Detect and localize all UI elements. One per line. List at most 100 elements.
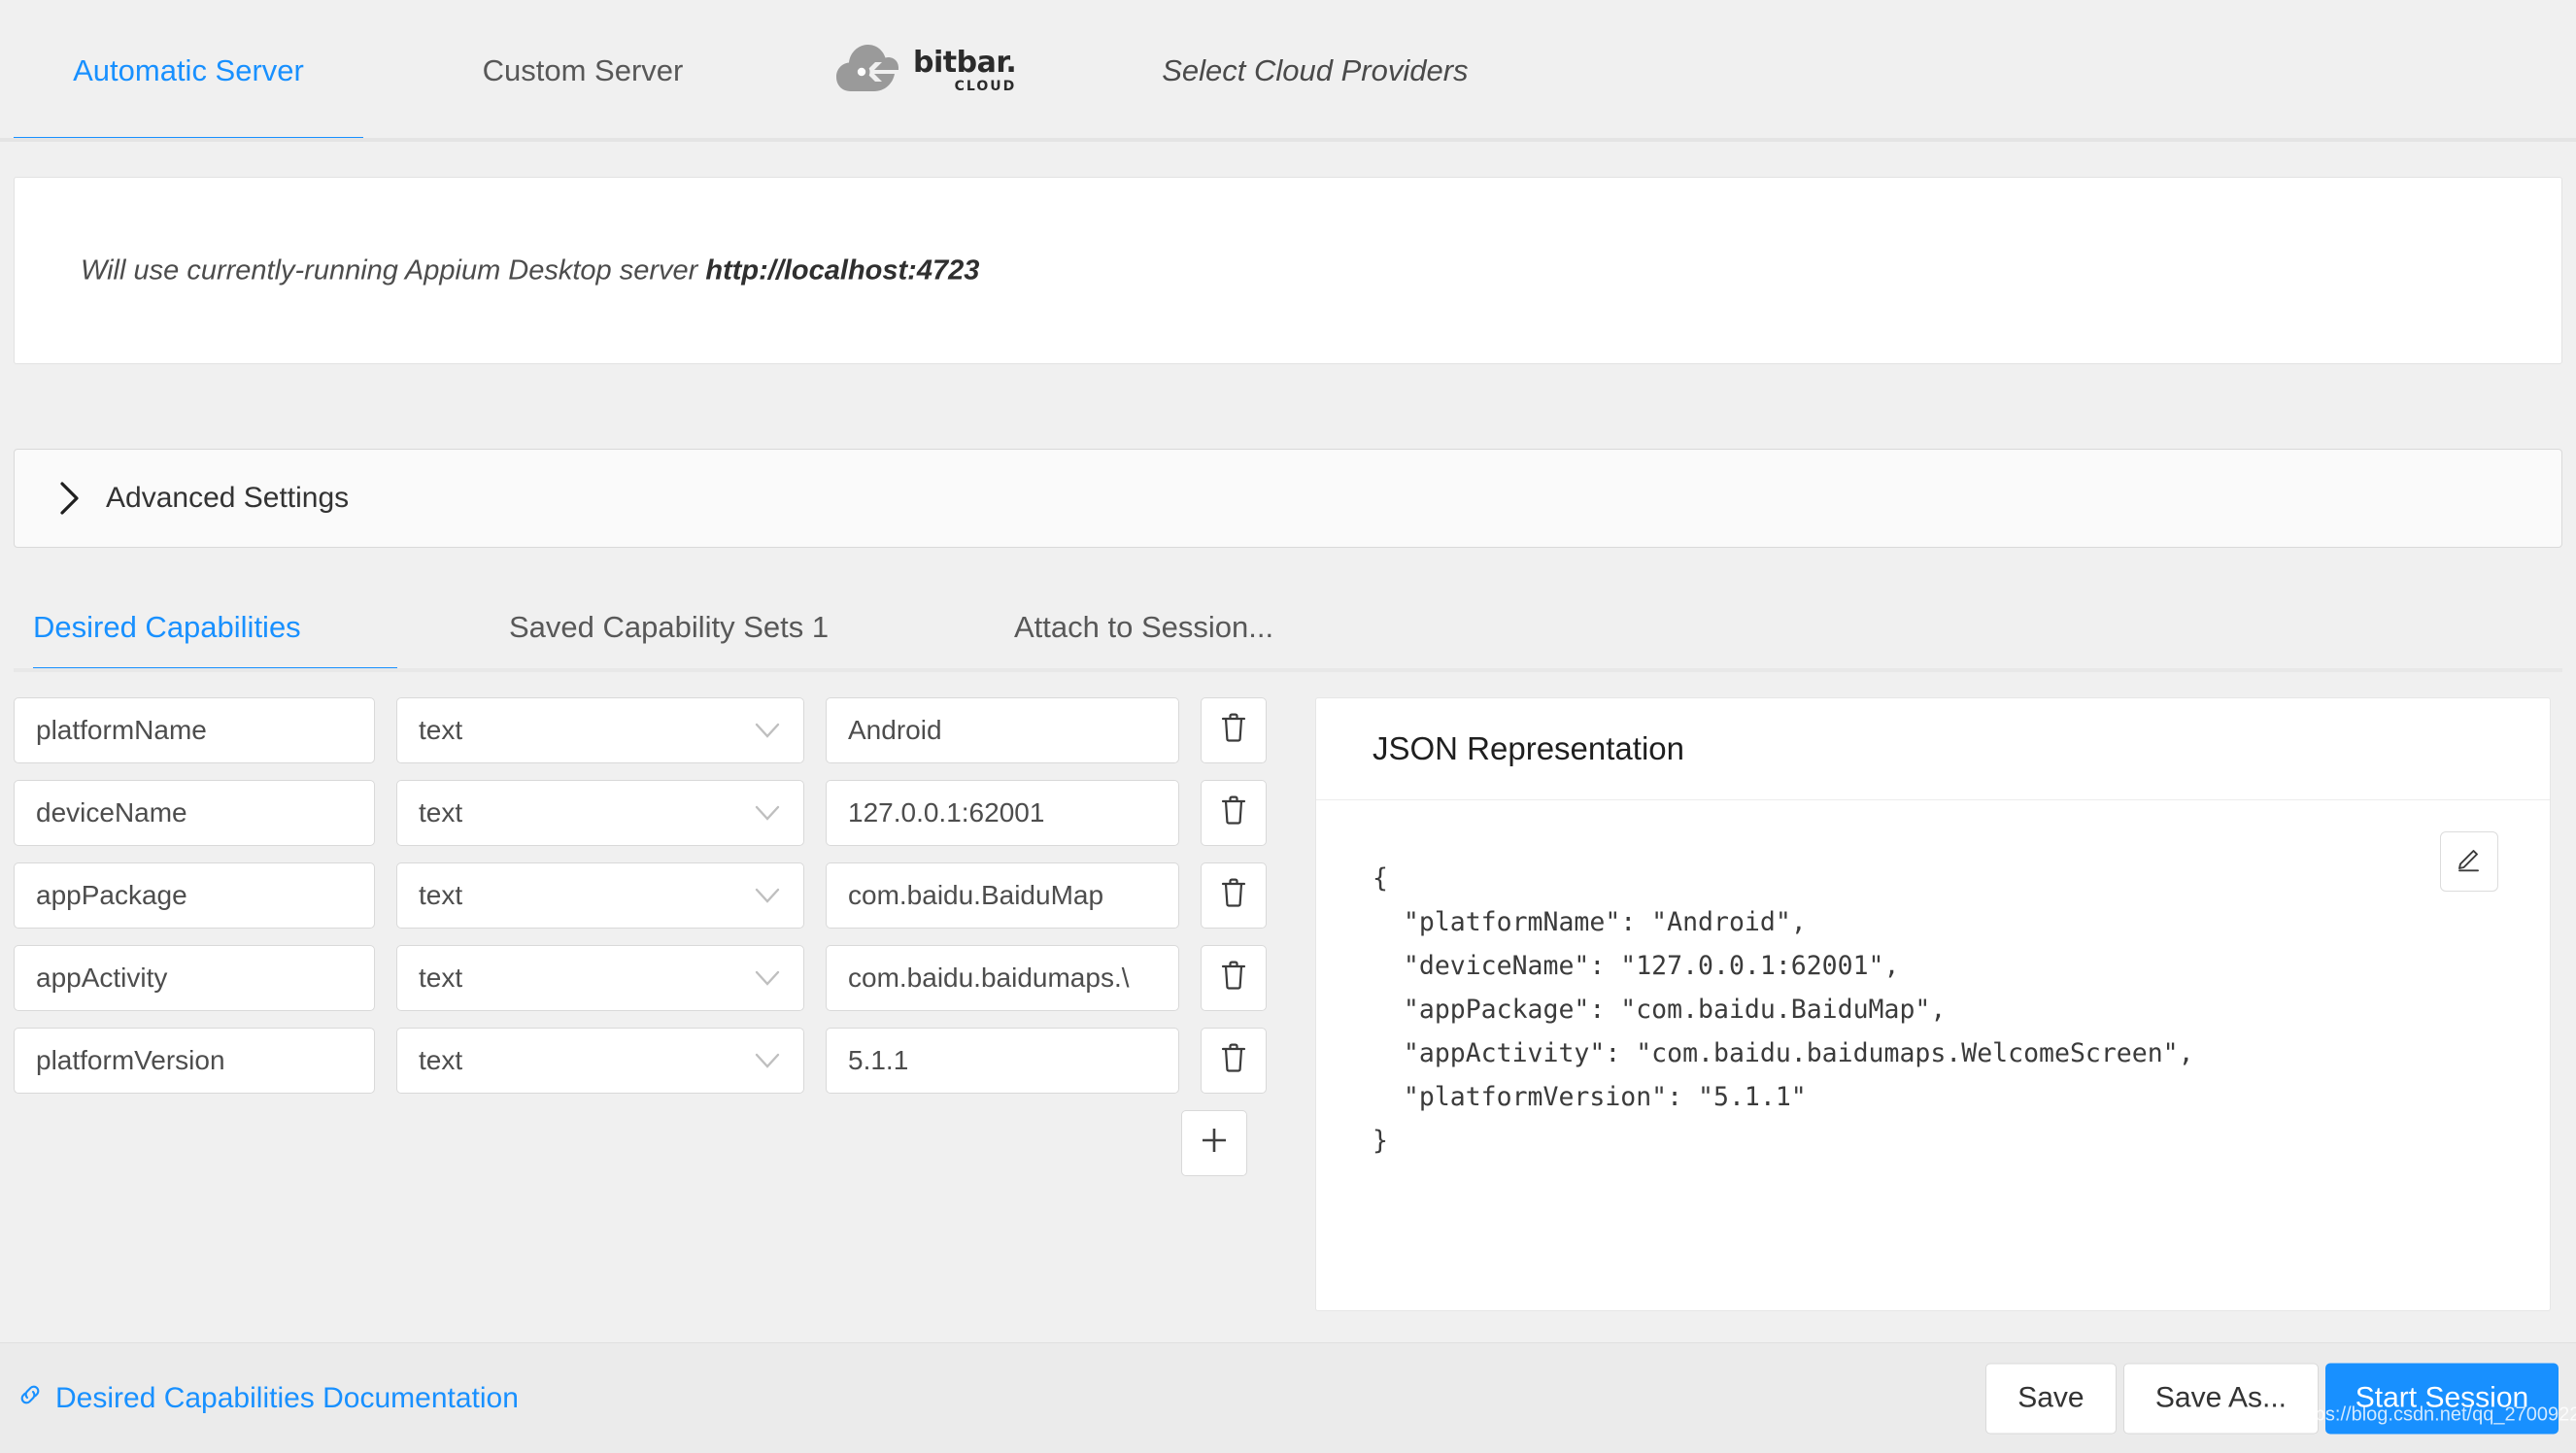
capability-type-value: text bbox=[419, 797, 463, 828]
capability-value-input[interactable]: 127.0.0.1:62001 bbox=[826, 780, 1179, 846]
tab-desired-capabilities[interactable]: Desired Capabilities bbox=[33, 583, 397, 672]
capability-name-input[interactable]: platformVersion bbox=[14, 1028, 375, 1094]
delete-capability-button[interactable] bbox=[1201, 862, 1267, 929]
capability-name-input[interactable]: platformName bbox=[14, 697, 375, 763]
capability-value-text: Android bbox=[848, 715, 942, 745]
cloud-providers-inner: bitbar. CLOUD Select Cloud Providers bbox=[835, 41, 1632, 101]
tab-automatic-server[interactable]: Automatic Server bbox=[14, 0, 363, 142]
capability-row: platformName text Android bbox=[14, 697, 1296, 763]
trash-icon bbox=[1221, 795, 1246, 831]
server-tab-bar: Automatic Server Custom Server bitbar. C… bbox=[0, 0, 2576, 142]
server-tab-strip bbox=[0, 138, 2576, 142]
server-info-panel: Will use currently-running Appium Deskto… bbox=[14, 177, 2562, 364]
json-panel-title: JSON Representation bbox=[1373, 730, 1684, 766]
capability-type-select[interactable]: text bbox=[396, 862, 804, 929]
desired-capabilities-documentation-label: Desired Capabilities Documentation bbox=[55, 1381, 519, 1414]
capability-tab-strip bbox=[14, 668, 2562, 672]
chevron-right-icon bbox=[59, 482, 81, 515]
start-session-button-label: Start Session bbox=[2355, 1381, 2529, 1414]
save-button[interactable]: Save bbox=[1984, 1363, 2117, 1434]
tab-desired-capabilities-label: Desired Capabilities bbox=[33, 610, 301, 644]
bitbar-wordmark: bitbar. CLOUD bbox=[913, 46, 1017, 94]
capability-name-value: platformName bbox=[36, 715, 207, 745]
capability-tab-bar: Desired Capabilities Saved Capability Se… bbox=[14, 583, 2562, 672]
json-representation-panel: JSON Representation { "platformName": "A… bbox=[1315, 697, 2551, 1311]
json-code-block: { "platformName": "Android", "deviceName… bbox=[1373, 863, 2194, 1156]
capability-name-value: appActivity bbox=[36, 963, 168, 993]
capability-value-text: com.baidu.baidumaps.\ bbox=[848, 963, 1130, 993]
tab-attach-to-session-label: Attach to Session... bbox=[1014, 610, 1274, 644]
tab-select-cloud-providers-label: Select Cloud Providers bbox=[1162, 53, 1469, 87]
bitbar-sub: CLOUD bbox=[954, 79, 1017, 94]
start-session-button[interactable]: Start Session https://blog.csdn.net/qq_2… bbox=[2293, 1363, 2576, 1434]
capability-type-value: text bbox=[419, 880, 463, 910]
json-panel-body: { "platformName": "Android", "deviceName… bbox=[1316, 800, 2550, 1310]
save-as-button[interactable]: Save As... bbox=[2122, 1363, 2319, 1434]
trash-icon bbox=[1221, 961, 1246, 997]
capability-type-select[interactable]: text bbox=[396, 945, 804, 1011]
tab-select-cloud-providers[interactable]: bitbar. CLOUD Select Cloud Providers bbox=[835, 0, 1632, 142]
desired-capabilities-documentation-link[interactable]: Desired Capabilities Documentation bbox=[17, 1382, 519, 1415]
capability-type-select[interactable]: text bbox=[396, 780, 804, 846]
json-panel-header: JSON Representation bbox=[1316, 698, 2550, 800]
trash-icon bbox=[1221, 878, 1246, 914]
capability-row: appPackage text com.baidu.BaiduMap bbox=[14, 862, 1296, 929]
tab-automatic-server-label: Automatic Server bbox=[73, 53, 304, 87]
chevron-down-icon bbox=[755, 888, 780, 903]
trash-icon bbox=[1221, 1043, 1246, 1079]
tab-custom-server[interactable]: Custom Server bbox=[447, 0, 719, 142]
capability-name-input[interactable]: appActivity bbox=[14, 945, 375, 1011]
server-info-prefix: Will use currently-running Appium Deskto… bbox=[81, 254, 706, 286]
edit-json-button[interactable] bbox=[2440, 831, 2498, 892]
cloud-key-icon bbox=[835, 41, 899, 101]
capability-value-input[interactable]: com.baidu.BaiduMap bbox=[826, 862, 1179, 929]
add-capability-button[interactable] bbox=[1181, 1110, 1247, 1176]
capability-value-text: com.baidu.BaiduMap bbox=[848, 880, 1104, 910]
tab-custom-server-label: Custom Server bbox=[482, 53, 684, 87]
capability-value-text: 5.1.1 bbox=[848, 1045, 909, 1075]
trash-icon bbox=[1221, 713, 1246, 749]
save-as-button-label: Save As... bbox=[2154, 1381, 2287, 1414]
capability-type-value: text bbox=[419, 1045, 463, 1075]
tab-saved-capability-sets-label: Saved Capability Sets 1 bbox=[509, 610, 830, 644]
capability-rows: platformName text Android deviceName tex… bbox=[14, 697, 1296, 1176]
link-icon bbox=[17, 1382, 43, 1415]
capability-name-value: appPackage bbox=[36, 880, 187, 910]
chevron-down-icon bbox=[755, 970, 780, 986]
advanced-settings-label: Advanced Settings bbox=[106, 482, 350, 514]
capability-value-input[interactable]: com.baidu.baidumaps.\ bbox=[826, 945, 1179, 1011]
capability-type-value: text bbox=[419, 715, 463, 745]
capability-value-input[interactable]: 5.1.1 bbox=[826, 1028, 1179, 1094]
capability-name-input[interactable]: appPackage bbox=[14, 862, 375, 929]
pencil-icon bbox=[2456, 845, 2483, 879]
delete-capability-button[interactable] bbox=[1201, 697, 1267, 763]
delete-capability-button[interactable] bbox=[1201, 945, 1267, 1011]
capability-value-text: 127.0.0.1:62001 bbox=[848, 797, 1045, 828]
bottom-bar-actions: Save Save As... Start Session https://bl… bbox=[1984, 1363, 2576, 1434]
bottom-action-bar: Desired Capabilities Documentation Save … bbox=[0, 1342, 2576, 1453]
bitbar-logo: bitbar. CLOUD bbox=[835, 41, 1017, 101]
server-info-text: Will use currently-running Appium Deskto… bbox=[81, 254, 979, 287]
capability-name-value: platformVersion bbox=[36, 1045, 225, 1075]
chevron-down-icon bbox=[755, 723, 780, 738]
capability-row: platformVersion text 5.1.1 bbox=[14, 1028, 1296, 1094]
capability-row: deviceName text 127.0.0.1:62001 bbox=[14, 780, 1296, 846]
capability-type-value: text bbox=[419, 963, 463, 993]
tab-saved-capability-sets[interactable]: Saved Capability Sets 1 bbox=[509, 583, 868, 672]
capability-value-input[interactable]: Android bbox=[826, 697, 1179, 763]
capability-type-select[interactable]: text bbox=[396, 697, 804, 763]
bitbar-name: bitbar. bbox=[913, 46, 1017, 80]
capability-type-select[interactable]: text bbox=[396, 1028, 804, 1094]
capability-name-input[interactable]: deviceName bbox=[14, 780, 375, 846]
tab-attach-to-session[interactable]: Attach to Session... bbox=[1014, 583, 1335, 672]
capability-row: appActivity text com.baidu.baidumaps.\ bbox=[14, 945, 1296, 1011]
chevron-down-icon bbox=[755, 805, 780, 821]
server-info-url: http://localhost:4723 bbox=[705, 254, 980, 286]
save-button-label: Save bbox=[2017, 1381, 2085, 1414]
add-capability-row bbox=[1181, 1110, 1296, 1176]
capability-name-value: deviceName bbox=[36, 797, 187, 828]
delete-capability-button[interactable] bbox=[1201, 780, 1267, 846]
delete-capability-button[interactable] bbox=[1201, 1028, 1267, 1094]
chevron-down-icon bbox=[755, 1053, 780, 1068]
advanced-settings-toggle[interactable]: Advanced Settings bbox=[14, 449, 2562, 548]
